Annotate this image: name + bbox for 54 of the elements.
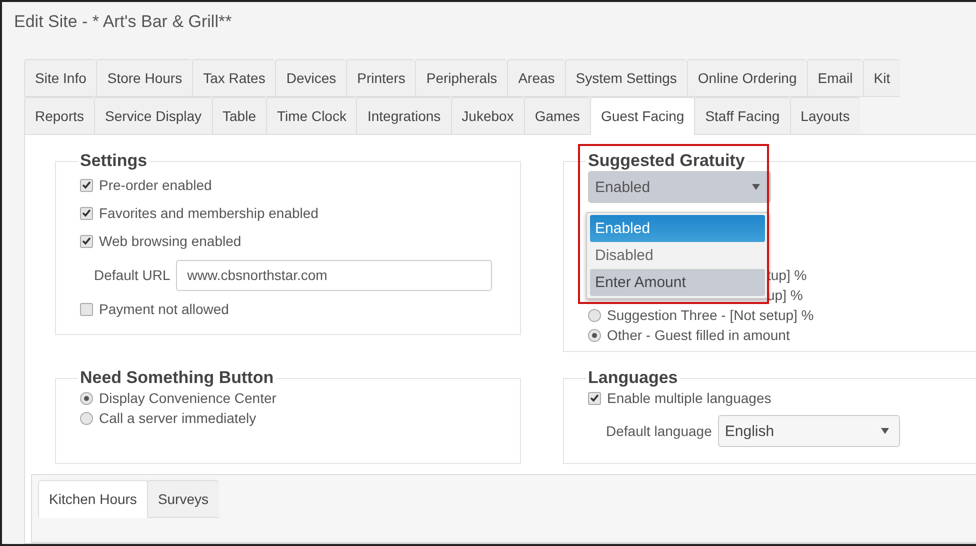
tab[interactable]: Store Hours (96, 59, 192, 97)
radio-label: Display Convenience Center (99, 390, 276, 406)
checkbox[interactable] (588, 392, 601, 404)
radio-button[interactable] (588, 308, 601, 322)
checkbox-label: Enable multiple languages (607, 390, 772, 406)
dropdown-option[interactable]: Enter Amount (590, 269, 765, 296)
tab[interactable]: Email (806, 59, 863, 97)
dropdown-option[interactable]: Disabled (590, 242, 765, 269)
tab[interactable]: System Settings (564, 59, 687, 97)
checkbox[interactable] (80, 206, 93, 220)
url-field[interactable]: www.cbsnorthstar.com (176, 260, 492, 290)
section-title: Suggested Gratuity (587, 151, 746, 171)
tab[interactable]: Service Display (94, 97, 212, 135)
tab[interactable]: Areas (507, 59, 565, 97)
tab[interactable]: Integrations (356, 97, 451, 135)
tab[interactable]: Tax Rates (192, 59, 276, 97)
field-label: Default URL (94, 267, 170, 283)
tab[interactable]: Devices (275, 59, 346, 97)
tab[interactable]: Jukebox (450, 97, 524, 135)
tab[interactable]: Site Info (24, 59, 96, 97)
caret-icon (880, 428, 889, 434)
language-select[interactable]: English (718, 415, 900, 447)
radio-button[interactable] (80, 412, 93, 424)
tab[interactable]: Games (524, 97, 590, 135)
section-title: Need Something Button (79, 368, 275, 388)
tab[interactable]: Printers (346, 59, 416, 97)
section-title: Settings (79, 151, 148, 171)
radio-label: Call a server immediately (99, 410, 256, 426)
tab[interactable]: Kitchen Hours (38, 480, 148, 518)
radio-label: Other - Guest filled in amount (607, 327, 790, 343)
tab[interactable]: Time Clock (266, 97, 356, 135)
radio-button[interactable] (588, 328, 601, 342)
checkbox[interactable] (80, 178, 93, 192)
tab[interactable]: Kit (862, 59, 900, 97)
checkbox[interactable] (80, 234, 93, 248)
checkbox[interactable] (80, 302, 93, 316)
checkbox-label: Pre-order enabled (99, 177, 212, 193)
checkbox-label: Web browsing enabled (99, 233, 242, 249)
tab[interactable]: Staff Facing (694, 97, 790, 135)
tab[interactable]: Online Ordering (686, 59, 807, 97)
checkbox-label: Favorites and membership enabled (99, 205, 318, 221)
tab[interactable]: Surveys (146, 480, 219, 518)
field-label: Default language (606, 423, 712, 439)
tab[interactable]: Reports (24, 97, 94, 135)
radio-button[interactable] (80, 392, 93, 404)
gratuity-select[interactable]: Enabled (588, 171, 771, 203)
tab[interactable]: Guest Facing (590, 97, 696, 135)
tab[interactable]: Peripherals (415, 59, 508, 97)
section-title: Languages (587, 368, 679, 388)
radio-label: Suggestion Three - [Not setup] % (607, 307, 814, 323)
tab[interactable]: Table (212, 97, 266, 135)
tab[interactable]: Layouts (790, 97, 860, 135)
checkbox-label: Payment not allowed (99, 301, 229, 317)
caret-icon (752, 184, 760, 190)
